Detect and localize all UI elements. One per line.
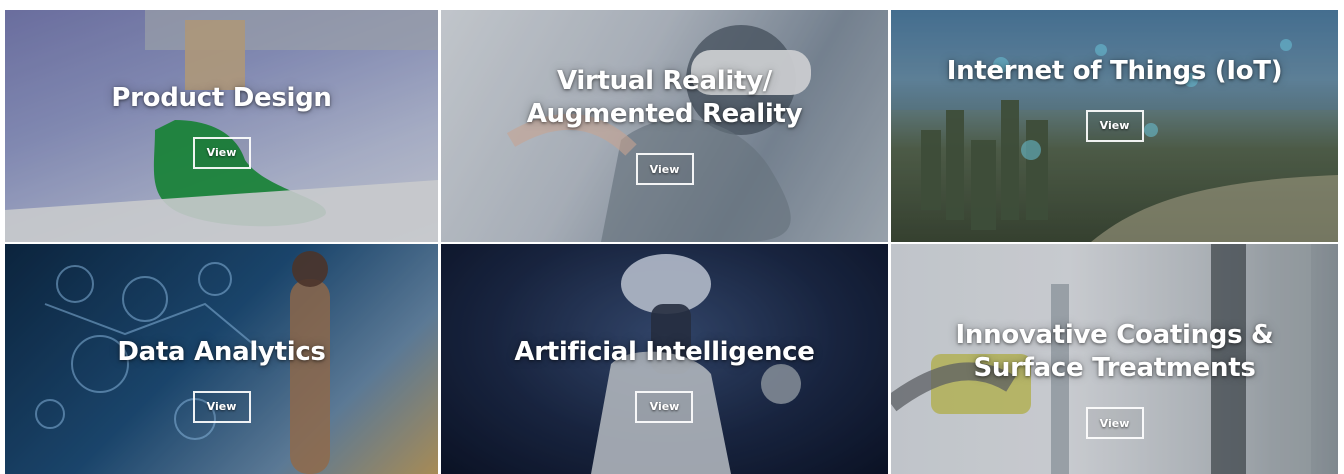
tile-content: Virtual Reality/ Augmented Reality View <box>467 65 863 185</box>
view-button[interactable]: View <box>1085 407 1144 439</box>
tile-title: Product Design <box>111 82 332 113</box>
tile-data-analytics[interactable]: Data Analytics View <box>5 244 438 474</box>
tile-title: Data Analytics <box>117 336 326 367</box>
view-button[interactable]: View <box>635 153 694 185</box>
tile-title: Artificial Intelligence <box>514 336 815 367</box>
tile-content: Artificial Intelligence View <box>506 336 822 423</box>
tile-artificial-intelligence[interactable]: Artificial Intelligence View <box>441 244 888 474</box>
tile-iot[interactable]: Internet of Things (IoT) View <box>891 10 1338 242</box>
tile-title: Virtual Reality/ Augmented Reality <box>526 66 803 129</box>
tile-content: Internet of Things (IoT) View <box>897 55 1333 142</box>
tile-content: Data Analytics View <box>109 336 333 423</box>
tile-title: Innovative Coatings & Surface Treatments <box>955 320 1274 383</box>
view-button[interactable]: View <box>192 136 251 169</box>
tile-product-design[interactable]: Product Design View <box>5 10 438 242</box>
view-button[interactable]: View <box>1085 109 1144 142</box>
tile-content: Product Design View <box>103 82 339 169</box>
tile-innovative-coatings[interactable]: Innovative Coatings & Surface Treatments… <box>891 244 1338 474</box>
view-button[interactable]: View <box>192 390 251 423</box>
view-button[interactable]: View <box>635 390 694 423</box>
tile-vr-ar[interactable]: Virtual Reality/ Augmented Reality View <box>441 10 888 242</box>
tile-title: Internet of Things (IoT) <box>946 55 1283 86</box>
tile-content: Innovative Coatings & Surface Treatments… <box>892 319 1338 439</box>
